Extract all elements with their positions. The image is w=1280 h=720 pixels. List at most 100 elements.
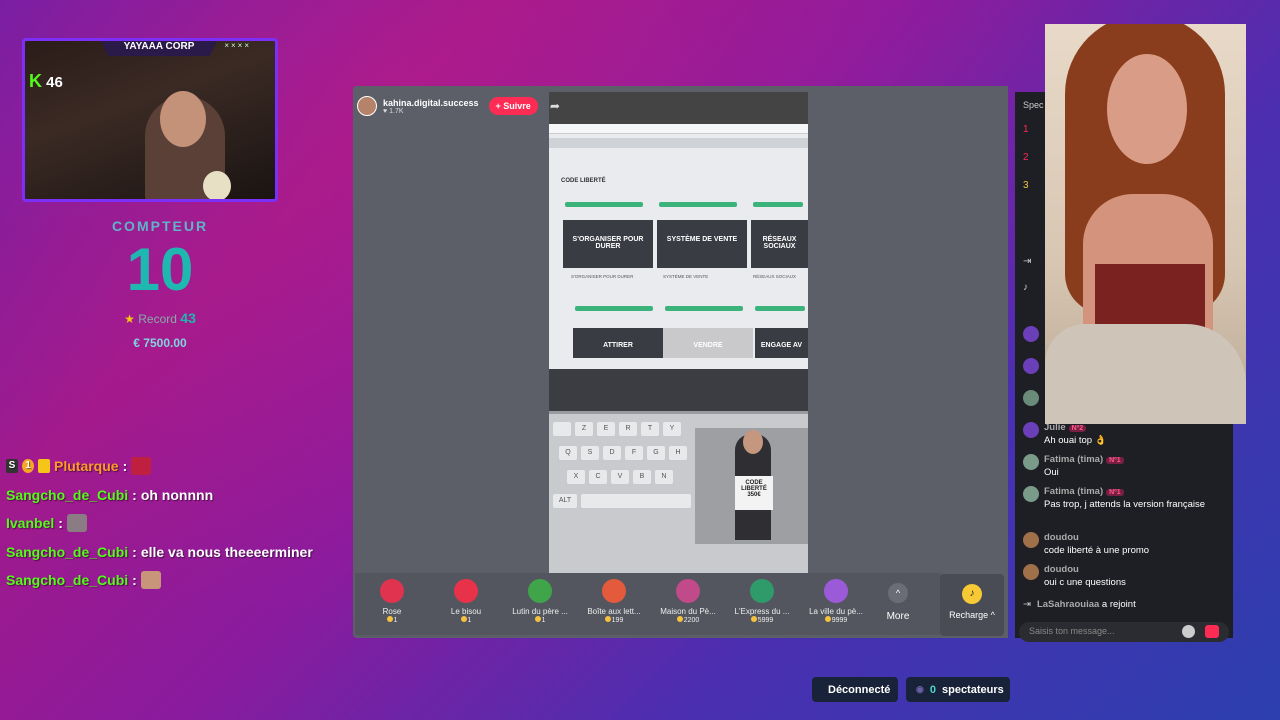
- gift-name: La ville du pè...: [809, 607, 863, 616]
- gift-name: L'Express du ...: [734, 607, 790, 616]
- chat-username[interactable]: Ivanbel: [6, 515, 54, 531]
- coin-icon: [604, 616, 611, 622]
- chat-message: Pas trop, j attends la version française: [1044, 499, 1206, 510]
- badge-icon: S: [6, 459, 18, 474]
- course-card: ENGAGE AV: [755, 328, 808, 358]
- avatar: [1023, 326, 1039, 342]
- heart-icon[interactable]: [1205, 625, 1219, 638]
- key: C: [589, 470, 607, 484]
- chat-input[interactable]: Saisis ton message...: [1019, 622, 1229, 642]
- likes-count: 1.7K: [389, 107, 404, 115]
- course-card: SYSTÈME DE VENTE: [657, 220, 747, 268]
- star-icon: ★: [124, 312, 135, 326]
- key: F: [625, 446, 643, 460]
- app-logo: CODE LIBERTÉ: [561, 178, 606, 184]
- chat-username[interactable]: Fatima (tima): [1044, 454, 1103, 465]
- heart-icon: ♥: [383, 107, 388, 115]
- gift-item[interactable]: L'Express du ... 5999: [725, 573, 799, 635]
- key: Z: [575, 422, 593, 436]
- more-gifts-button[interactable]: ^ More: [873, 573, 923, 635]
- joined-username[interactable]: LaSahraouiaa: [1037, 599, 1099, 610]
- follow-button[interactable]: + Suivre: [488, 97, 538, 115]
- progress-bar: [665, 306, 743, 311]
- gift-name: Boîte aux lett...: [587, 607, 641, 616]
- rank-badge: Nº2: [1068, 425, 1087, 432]
- recharge-button[interactable]: ♪ Recharge ^: [940, 574, 1004, 636]
- guest-blanket: [1045, 324, 1246, 424]
- counter-value: 10: [126, 236, 194, 303]
- gift-name: Rose: [382, 607, 402, 616]
- counter-widget: COMPTEUR 10 ★ Record 43 € 7500.00: [60, 218, 260, 350]
- avatar: [1023, 390, 1039, 406]
- gift-price: 5999: [725, 616, 799, 624]
- key: S: [581, 446, 599, 460]
- course-card: RÉSEAUX SOCIAUX: [751, 220, 808, 268]
- gift-price-value: 5999: [757, 617, 774, 624]
- chat-separator: :: [122, 458, 128, 475]
- chat-username[interactable]: Plutarque: [54, 458, 119, 474]
- gift-price-value: 199: [611, 617, 624, 624]
- gift-icon: [676, 579, 700, 603]
- counter-title: COMPTEUR: [111, 218, 209, 234]
- course-card: ATTIRER: [573, 328, 663, 358]
- host-avatar[interactable]: [357, 96, 377, 116]
- progress-bar: [565, 202, 643, 207]
- gift-item[interactable]: Rose 1: [355, 573, 429, 635]
- avatar: [1023, 532, 1039, 548]
- gift-item[interactable]: La ville du pè... 9999: [799, 573, 873, 635]
- guest-webcam: [1045, 24, 1246, 424]
- coin-icon: [676, 616, 683, 622]
- record-value: 43: [180, 310, 196, 326]
- coin-icon: [824, 616, 831, 622]
- gift-item[interactable]: Lutin du père ... 1: [503, 573, 577, 635]
- laptop-screen: CODE LIBERTÉ S'ORGANISER POUR DURER SYST…: [549, 124, 808, 369]
- key: E: [597, 422, 615, 436]
- gift-name: Le bisou: [450, 607, 482, 616]
- chat-username[interactable]: Sangcho_de_Cubi: [6, 487, 128, 503]
- tiktok-coin-icon: ♪: [962, 584, 982, 604]
- host-info: kahina.digital.success ♥ 1.7K + Suivre ➦: [357, 96, 560, 116]
- rank-1: 1: [1023, 124, 1029, 135]
- gift-price-value: 1: [467, 617, 472, 624]
- gift-price: 9999: [799, 616, 873, 624]
- emoji-icon[interactable]: [1182, 625, 1195, 638]
- gift-item[interactable]: Maison du Pè... 2200: [651, 573, 725, 635]
- kick-counter: K 46: [29, 71, 63, 92]
- gift-price: 1: [355, 616, 429, 624]
- key: [553, 422, 571, 436]
- spectators-header: Spec: [1023, 100, 1044, 110]
- avatar: [1023, 486, 1039, 502]
- host-name[interactable]: kahina.digital.success: [383, 98, 479, 108]
- chat-input-placeholder: Saisis ton message...: [1029, 626, 1115, 636]
- chat-row: Ivanbel :: [6, 509, 346, 538]
- chat-username[interactable]: Sangcho_de_Cubi: [6, 544, 128, 560]
- chat-message: elle va nous theeeerminer: [140, 543, 313, 560]
- chat-username[interactable]: Sangcho_de_Cubi: [6, 572, 128, 588]
- chat-separator: :: [132, 572, 137, 589]
- coin-icon: [460, 616, 467, 622]
- share-icon[interactable]: ➦: [550, 99, 560, 113]
- gift-price: 1: [503, 616, 577, 624]
- chat-username[interactable]: Fatima (tima): [1044, 486, 1103, 497]
- chat-message-row: Julie Nº2 Ah ouai top 👌: [1023, 422, 1107, 447]
- chat-username[interactable]: doudou: [1044, 532, 1079, 543]
- chat-separator: :: [58, 515, 63, 532]
- chat-username[interactable]: doudou: [1044, 564, 1079, 575]
- streamer-head: [160, 91, 206, 147]
- promo-image: CODE LIBERTÉ 350€: [695, 428, 808, 544]
- key: D: [603, 446, 621, 460]
- gift-icon: [528, 579, 552, 603]
- crown-icon: [38, 459, 50, 474]
- live-video[interactable]: CODE LIBERTÉ S'ORGANISER POUR DURER SYST…: [549, 92, 808, 574]
- gift-price-value: 2200: [683, 617, 700, 624]
- joined-text: a rejoint: [1101, 599, 1136, 610]
- browser-url: [549, 124, 808, 134]
- chat-row: Sangcho_de_Cubi :: [6, 566, 346, 595]
- chat-message: Ah ouai top 👌: [1044, 435, 1107, 446]
- key: Q: [559, 446, 577, 460]
- money-total: € 7500.00: [133, 336, 187, 350]
- gift-item[interactable]: Boîte aux lett... 199: [577, 573, 651, 635]
- laptop-hinge: [549, 369, 808, 411]
- gift-item[interactable]: Le bisou 1: [429, 573, 503, 635]
- chat-separator: :: [132, 543, 137, 560]
